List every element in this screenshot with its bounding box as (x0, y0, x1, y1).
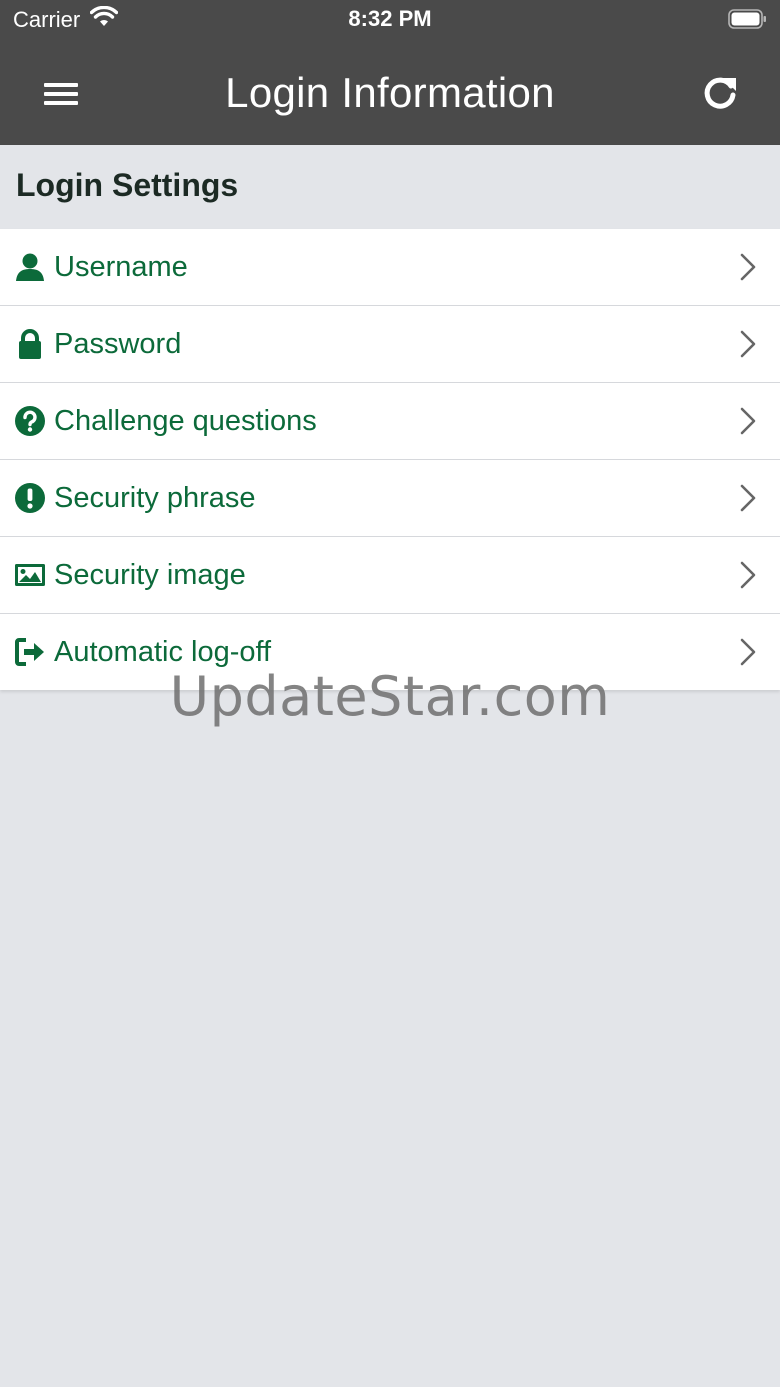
section-header: Login Settings (0, 145, 780, 229)
list-item-label: Password (54, 327, 182, 360)
sign-out-icon (14, 636, 46, 668)
user-icon (14, 251, 46, 283)
list-item-label: Security image (54, 558, 246, 591)
list-item-password[interactable]: Password (0, 306, 780, 383)
page-title: Login Information (225, 69, 555, 116)
list-item-label: Challenge questions (54, 404, 317, 437)
list-item-challenge-questions[interactable]: Challenge questions (0, 383, 780, 460)
status-bar: Carrier 8:32 PM (0, 0, 780, 40)
list-item-security-image[interactable]: Security image (0, 537, 780, 614)
list-item-label: Automatic log-off (54, 635, 272, 668)
status-time: 8:32 PM (348, 6, 432, 31)
chevron-right-icon (738, 252, 758, 282)
chevron-right-icon (738, 560, 758, 590)
list-item-username[interactable]: Username (0, 229, 780, 306)
battery-full-icon (728, 9, 766, 29)
list-item-automatic-log-off[interactable]: Automatic log-off (0, 614, 780, 690)
exclamation-circle-icon (14, 482, 46, 514)
lock-icon (14, 328, 46, 360)
list-item-label: Security phrase (54, 481, 256, 514)
list-item-security-phrase[interactable]: Security phrase (0, 460, 780, 537)
settings-list: Username Password Challenge questions Se… (0, 229, 780, 690)
refresh-icon[interactable] (698, 71, 742, 115)
chevron-right-icon (738, 329, 758, 359)
list-item-label: Username (54, 250, 188, 283)
section-title: Login Settings (16, 167, 239, 203)
question-circle-icon (14, 405, 46, 437)
chevron-right-icon (738, 483, 758, 513)
navigation-bar: Login Information (0, 45, 780, 145)
image-icon (14, 559, 46, 591)
chevron-right-icon (738, 406, 758, 436)
top-bar: Carrier 8:32 PM Login Information (0, 0, 780, 145)
chevron-right-icon (738, 637, 758, 667)
